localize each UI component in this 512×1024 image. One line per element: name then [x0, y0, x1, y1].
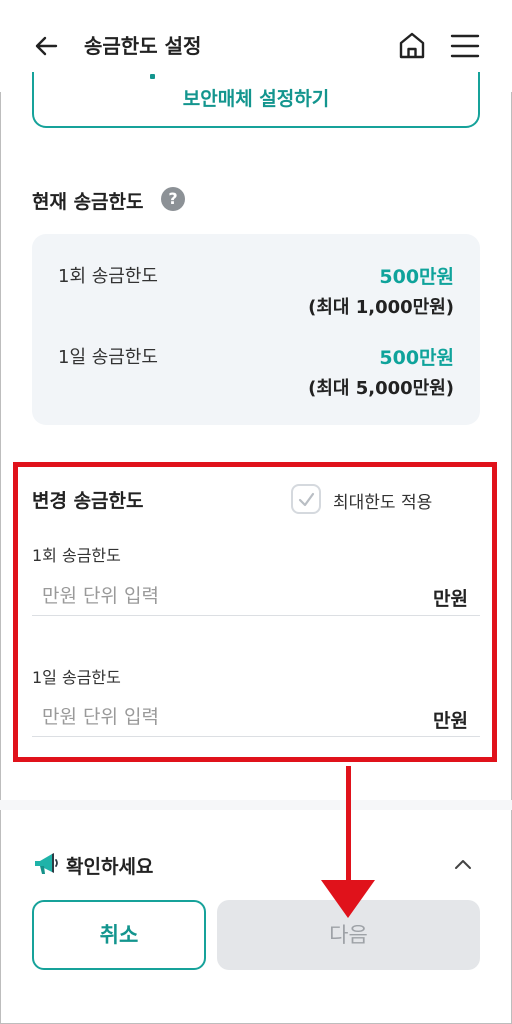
daily-limit-label: 1일 송금한도: [58, 347, 158, 368]
daily-limit-input[interactable]: [32, 697, 480, 737]
checkmark-icon: [298, 492, 315, 507]
page-title: 송금한도 설정: [84, 34, 202, 58]
notice-toggle-label[interactable]: 확인하세요: [66, 852, 153, 879]
current-limit-card: 1회 송금한도 500만원 (최대 1,000만원) 1일 송금한도 500만원…: [32, 234, 480, 425]
per-transfer-field-label: 1회 송금한도: [32, 546, 121, 565]
max-limit-checkbox[interactable]: [291, 484, 321, 514]
annotation-arrow-shaft: [346, 766, 351, 892]
help-icon[interactable]: ?: [161, 187, 185, 211]
per-transfer-limit-input[interactable]: [32, 576, 480, 616]
per-transfer-limit-label: 1회 송금한도: [58, 266, 158, 287]
megaphone-icon: [35, 853, 58, 874]
chevron-up-icon[interactable]: [452, 854, 474, 874]
max-limit-checkbox-label[interactable]: 최대한도 적용: [333, 488, 432, 513]
tooltip-pointer-icon: [150, 74, 155, 79]
daily-unit: 만원: [433, 710, 468, 732]
per-transfer-limit-max: (최대 1,000만원): [308, 297, 454, 318]
annotation-arrow-head: [321, 880, 375, 918]
daily-limit-value: 500만원: [379, 347, 454, 369]
home-icon[interactable]: [396, 30, 428, 62]
security-medium-setup-button[interactable]: 보안매체 설정하기: [32, 72, 480, 128]
section-divider: [0, 800, 512, 810]
change-limit-title: 변경 송금한도: [32, 490, 144, 512]
hamburger-menu-icon[interactable]: [450, 32, 480, 60]
current-limit-title: 현재 송금한도: [32, 191, 144, 213]
daily-field-label: 1일 송금한도: [32, 668, 121, 687]
per-transfer-unit: 만원: [433, 588, 468, 610]
per-transfer-limit-value: 500만원: [379, 266, 454, 288]
cancel-button[interactable]: 취소: [32, 900, 206, 970]
back-arrow-icon[interactable]: [32, 32, 60, 60]
daily-limit-max: (최대 5,000만원): [308, 378, 454, 399]
security-medium-setup-label: 보안매체 설정하기: [182, 88, 330, 110]
